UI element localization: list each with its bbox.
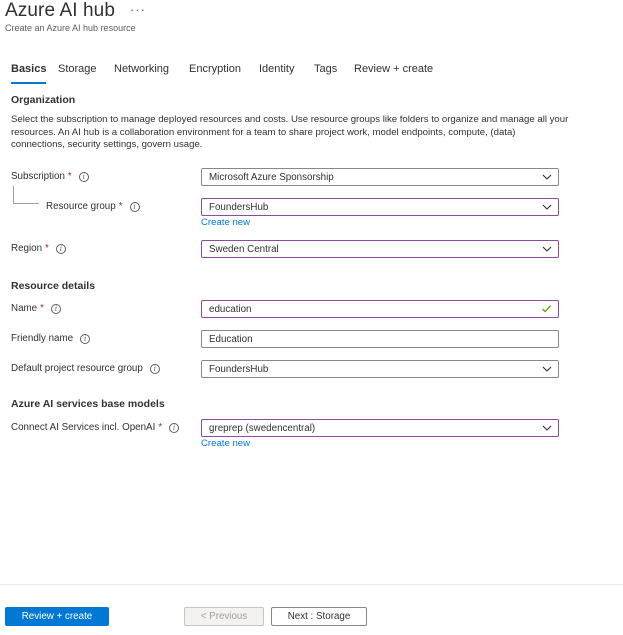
chevron-down-icon (542, 204, 552, 210)
friendly-name-value: Education (209, 333, 253, 345)
tab-storage[interactable]: Storage (58, 63, 97, 75)
default-rg-label-text: Default project resource group (11, 363, 143, 374)
name-input[interactable]: education (201, 300, 559, 318)
subscription-dropdown[interactable]: Microsoft Azure Sponsorship (201, 168, 559, 186)
name-label: Name * i (11, 303, 61, 314)
create-new-resource-group-link[interactable]: Create new (201, 217, 250, 228)
friendly-name-label-text: Friendly name (11, 333, 74, 344)
region-label: Region * i (11, 243, 66, 254)
checkmark-icon (542, 305, 552, 313)
section-title-base-models: Azure AI services base models (11, 398, 165, 410)
organization-description: Select the subscription to manage deploy… (11, 114, 569, 150)
info-icon[interactable]: i (129, 201, 140, 212)
required-marker: * (40, 303, 44, 314)
info-icon[interactable]: i (149, 363, 160, 374)
next-storage-button[interactable]: Next : Storage (271, 607, 367, 626)
subscription-label: Subscription * i (11, 171, 89, 182)
connect-ai-services-label: Connect AI Services incl. OpenAI * i (11, 422, 180, 433)
friendly-name-input[interactable]: Education (201, 330, 559, 348)
hierarchy-connector (13, 186, 39, 204)
required-marker: * (158, 422, 163, 433)
region-dropdown[interactable]: Sweden Central (201, 240, 559, 258)
tab-networking[interactable]: Networking (114, 63, 169, 75)
chevron-down-icon (542, 425, 552, 431)
subscription-value: Microsoft Azure Sponsorship (209, 171, 334, 183)
more-options-icon[interactable]: ··· (130, 2, 146, 17)
footer-divider (0, 584, 623, 585)
name-label-text: Name (11, 303, 38, 314)
info-icon[interactable]: i (80, 333, 91, 344)
required-marker: * (45, 243, 49, 254)
info-icon[interactable]: i (169, 422, 180, 433)
name-value: education (209, 303, 252, 315)
resource-group-label-text: Resource group (46, 201, 116, 212)
info-icon[interactable]: i (50, 303, 61, 314)
connect-value: greprep (swedencentral) (209, 422, 316, 434)
resource-group-dropdown[interactable]: FoundersHub (201, 198, 559, 216)
default-rg-value: FoundersHub (209, 363, 269, 375)
region-value: Sweden Central (209, 243, 279, 255)
default-project-resource-group-label: Default project resource group i (11, 363, 160, 374)
previous-button[interactable]: < Previous (184, 607, 264, 626)
default-project-resource-group-dropdown[interactable]: FoundersHub (201, 360, 559, 378)
required-marker: * (67, 171, 72, 182)
info-icon[interactable]: i (78, 171, 89, 182)
info-icon[interactable]: i (55, 243, 66, 254)
chevron-down-icon (542, 246, 552, 252)
chevron-down-icon (542, 174, 552, 180)
section-title-organization: Organization (11, 94, 76, 106)
tab-tags[interactable]: Tags (314, 63, 337, 75)
resource-group-value: FoundersHub (209, 201, 269, 213)
tab-identity[interactable]: Identity (259, 63, 294, 75)
required-marker: * (118, 201, 123, 212)
region-label-text: Region (11, 243, 43, 254)
resource-group-label: Resource group * i (46, 201, 140, 212)
section-title-resource-details: Resource details (11, 280, 96, 292)
friendly-name-label: Friendly name i (11, 333, 91, 344)
subscription-label-text: Subscription (11, 171, 65, 182)
tab-encryption[interactable]: Encryption (189, 63, 241, 75)
tab-basics[interactable]: Basics (11, 63, 47, 84)
page-title: Azure AI hub (5, 0, 115, 21)
connect-label-text: Connect AI Services incl. OpenAI (11, 422, 156, 433)
connect-ai-services-dropdown[interactable]: greprep (swedencentral) (201, 419, 559, 437)
create-new-ai-services-link[interactable]: Create new (201, 438, 250, 449)
tab-review-create[interactable]: Review + create (354, 63, 433, 75)
chevron-down-icon (542, 366, 552, 372)
review-create-button[interactable]: Review + create (5, 607, 109, 626)
page-subtitle: Create an Azure AI hub resource (5, 23, 136, 33)
